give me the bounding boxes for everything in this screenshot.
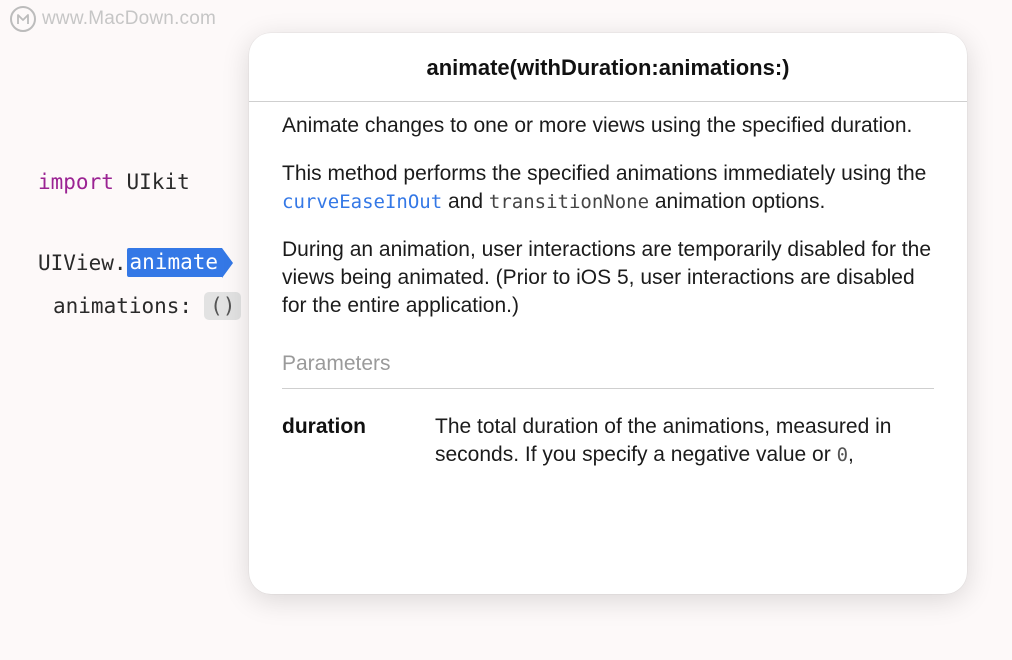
quick-help-body: Animate changes to one or more views usi…: [249, 102, 967, 469]
watermark-text: www.MacDown.com: [42, 8, 217, 29]
code-placeholder-token[interactable]: (): [204, 292, 242, 320]
parameter-name: duration: [282, 415, 366, 438]
macdown-logo-icon: [10, 6, 36, 32]
parameter-row-duration: duration The total duration of the anima…: [282, 413, 934, 469]
quick-help-discussion-2: During an animation, user interactions a…: [282, 238, 932, 317]
selected-completion-token[interactable]: animate: [126, 248, 223, 277]
curve-ease-in-out-link[interactable]: curveEaseInOut: [282, 191, 442, 213]
discussion-text: and: [442, 190, 489, 213]
quick-help-popover: animate(withDuration:animations:) Animat…: [249, 33, 967, 594]
parameter-desc-text: ,: [848, 443, 854, 466]
quick-help-title: animate(withDuration:animations:): [249, 33, 967, 102]
transition-none-code: transitionNone: [488, 191, 650, 213]
quick-help-discussion-1: This method performs the specified anima…: [282, 160, 934, 216]
parameter-desc-text: The total duration of the animations, me…: [435, 415, 892, 466]
watermark: www.MacDown.com: [10, 6, 216, 32]
parameters-header: Parameters: [282, 350, 934, 389]
discussion-text: animation options.: [649, 190, 826, 213]
quick-help-summary: Animate changes to one or more views usi…: [282, 114, 913, 137]
parameter-description: The total duration of the animations, me…: [435, 413, 934, 469]
import-keyword: import: [38, 170, 114, 194]
discussion-text: This method performs the specified anima…: [282, 162, 927, 185]
code-line-import[interactable]: import UIkit: [38, 170, 190, 194]
code-line-uiview[interactable]: UIView. animate: [38, 248, 223, 277]
code-line-animations[interactable]: animations: (): [53, 292, 242, 320]
import-module: UIkit: [126, 170, 190, 194]
parameter-desc-code: 0: [836, 444, 849, 466]
uiview-prefix: UIView.: [38, 250, 127, 275]
animations-label: animations:: [53, 294, 193, 318]
